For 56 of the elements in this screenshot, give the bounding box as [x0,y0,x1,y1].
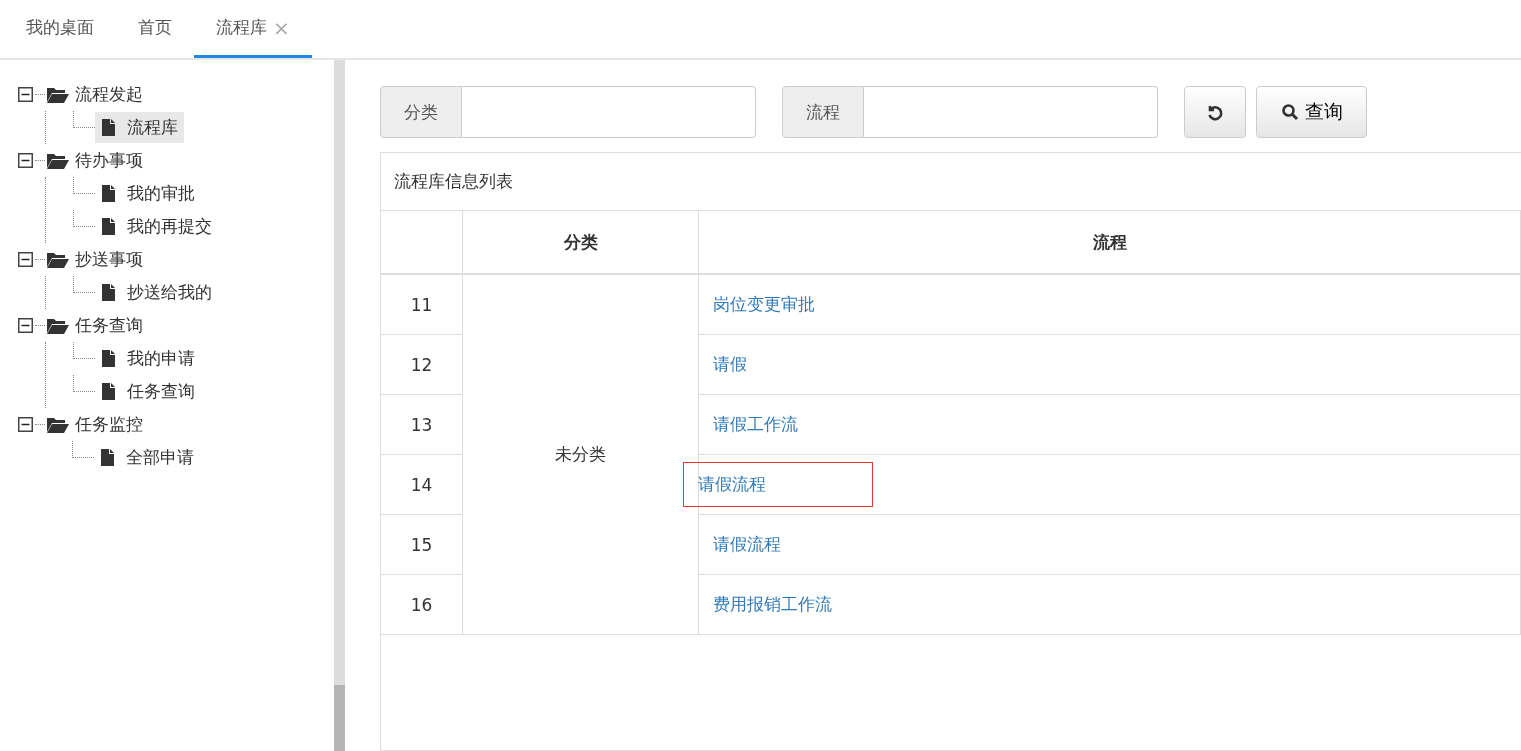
column-header: 分类 [462,211,699,274]
table-cell: 13 [381,394,463,455]
folder-icon [47,317,69,334]
tab[interactable]: 我的桌面 [4,0,116,58]
folder-icon [47,251,69,268]
tab[interactable]: 首页 [116,0,194,58]
input-field[interactable] [864,86,1158,138]
input-field[interactable] [462,86,756,138]
file-icon [101,383,115,400]
file-icon [101,119,115,136]
file-icon [100,449,114,466]
process-link[interactable]: 请假工作流 [713,413,798,436]
search-button[interactable]: 查询 [1256,86,1367,138]
column-header: 流程 [698,211,1521,274]
tree-item[interactable]: 流程发起 [75,83,143,106]
tree-item[interactable]: 任务监控 [75,413,143,436]
folder-icon [47,416,69,433]
file-icon [101,350,115,367]
tree-item[interactable]: 全部申请 [94,442,200,473]
process-link[interactable]: 请假流程 [713,533,781,556]
folder-icon [47,86,69,103]
tree-item[interactable]: 抄送给我的 [95,277,218,308]
minus-box-icon[interactable] [18,252,33,267]
tree-item[interactable]: 我的再提交 [95,211,218,242]
table-cell: 11 [381,274,463,335]
minus-box-icon[interactable] [18,87,33,102]
table-cell: 16 [381,574,463,635]
tree-item[interactable]: 流程库 [95,112,184,143]
reset-button[interactable] [1184,86,1246,138]
tree-item[interactable]: 待办事项 [75,149,143,172]
table-cell: 15 [381,514,463,575]
minus-box-icon[interactable] [18,153,33,168]
table-cell: 未分类 [462,274,699,635]
process-link[interactable]: 费用报销工作流 [713,593,832,616]
process-link[interactable]: 请假 [713,353,747,376]
tree-item[interactable]: 我的申请 [95,343,201,374]
table-cell: 12 [381,334,463,395]
panel-title: 流程库信息列表 [381,153,1521,211]
field-label: 流程 [782,86,864,138]
tree-item[interactable]: 任务查询 [95,376,201,407]
file-icon [101,218,115,235]
tab[interactable]: 流程库 × [194,0,312,58]
tree-item[interactable]: 任务查询 [75,314,143,337]
folder-icon [47,152,69,169]
search-icon [1280,103,1299,121]
file-icon [101,185,115,202]
field-label: 分类 [380,86,462,138]
tree-item[interactable]: 抄送事项 [75,248,143,271]
minus-box-icon[interactable] [18,318,33,333]
tree-item[interactable]: 我的审批 [95,178,201,209]
minus-box-icon[interactable] [18,417,33,432]
file-icon [101,284,115,301]
process-link[interactable]: 岗位变更审批 [713,293,815,316]
scrollbar[interactable] [334,60,345,751]
scrollbar-thumb[interactable] [334,685,345,751]
table-cell: 14 [381,454,463,515]
